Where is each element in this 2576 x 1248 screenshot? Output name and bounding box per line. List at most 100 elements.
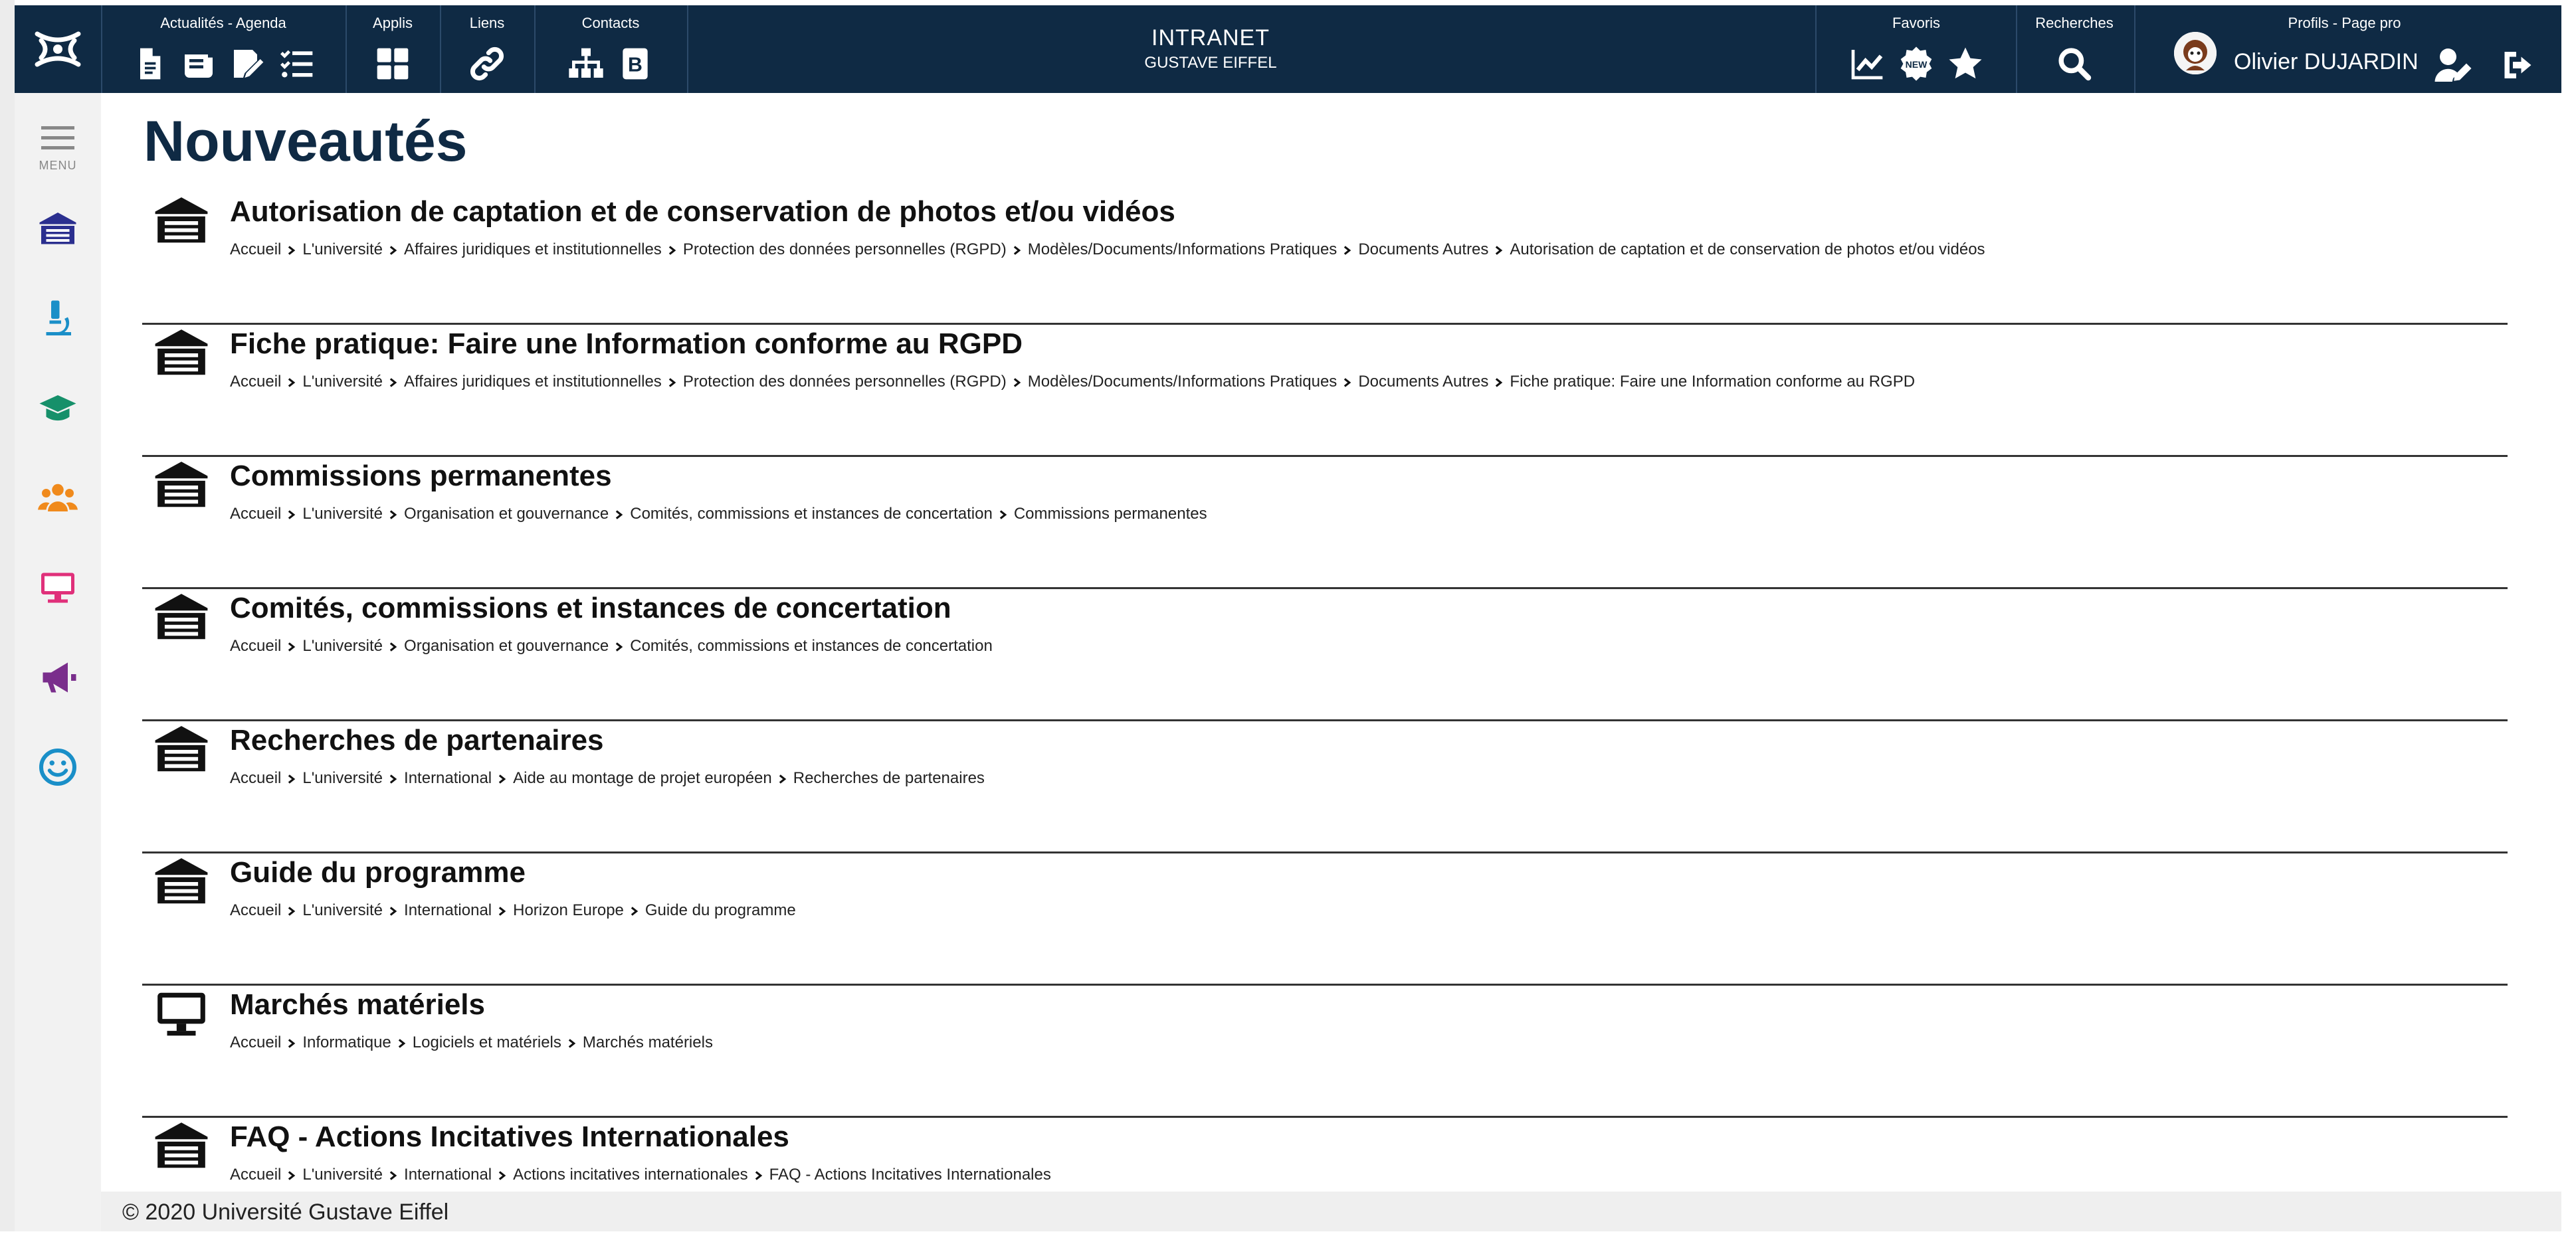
- logout-icon[interactable]: [2500, 45, 2539, 85]
- breadcrumb-link[interactable]: Organisation et gouvernance: [404, 637, 609, 655]
- top-navigation-bar: Actualités - Agenda Applis Liens Contact…: [15, 5, 2561, 93]
- breadcrumb-link[interactable]: Accueil: [230, 637, 281, 655]
- item-title-link[interactable]: Autorisation de captation et de conserva…: [230, 195, 1175, 228]
- breadcrumb-link[interactable]: L'université: [302, 1166, 383, 1184]
- breadcrumb-link[interactable]: Comités, commissions et instances de con…: [630, 505, 993, 523]
- breadcrumb-link[interactable]: L'université: [302, 240, 383, 258]
- list-item: Autorisation de captation et de conserva…: [142, 193, 2508, 325]
- university-icon: [155, 462, 208, 507]
- star-icon[interactable]: [1947, 45, 1984, 82]
- user-edit-icon[interactable]: [2433, 45, 2473, 85]
- breadcrumb-chevron-icon: [568, 1038, 576, 1048]
- breadcrumb-link[interactable]: Logiciels et matériels: [413, 1033, 561, 1051]
- breadcrumb-link[interactable]: L'université: [302, 901, 383, 919]
- breadcrumb: Accueil L'université Organisation et gouve…: [230, 505, 1207, 523]
- menu-button[interactable]: MENU: [15, 120, 101, 173]
- university-icon: [155, 1122, 208, 1168]
- breadcrumb-link[interactable]: International: [404, 901, 492, 919]
- document-icon[interactable]: [131, 45, 168, 82]
- breadcrumb-link[interactable]: Affaires juridiques et institutionnelles: [404, 240, 662, 258]
- avatar[interactable]: [2174, 32, 2217, 74]
- university-icon: [155, 329, 208, 375]
- graduation-cap-icon[interactable]: [38, 389, 78, 428]
- breadcrumb-link[interactable]: L'université: [302, 505, 383, 523]
- breadcrumb-link[interactable]: Accueil: [230, 373, 281, 391]
- breadcrumb-link[interactable]: L'université: [302, 637, 383, 655]
- item-title-link[interactable]: Marchés matériels: [230, 988, 485, 1022]
- item-title-link[interactable]: Commissions permanentes: [230, 460, 612, 493]
- edit-document-icon[interactable]: [229, 45, 266, 82]
- breadcrumb-link[interactable]: Actions incitatives internationales: [513, 1166, 748, 1184]
- breadcrumb-chevron-icon: [616, 509, 623, 519]
- computer-icon: [157, 992, 205, 1036]
- breadcrumb-link[interactable]: Accueil: [230, 901, 281, 919]
- breadcrumb-link[interactable]: FAQ - Actions Incitatives Internationale…: [769, 1166, 1051, 1184]
- breadcrumb-link[interactable]: Accueil: [230, 1033, 281, 1051]
- breadcrumb-chevron-icon: [616, 642, 623, 652]
- people-group-icon[interactable]: [38, 478, 78, 518]
- computer-icon[interactable]: [38, 568, 78, 608]
- microscope-icon[interactable]: [38, 299, 78, 339]
- news-list: Autorisation de captation et de conserva…: [142, 193, 2508, 1248]
- new-badge-icon[interactable]: NEW: [1898, 45, 1935, 82]
- breadcrumb-link[interactable]: Protection des données personnelles (RGP…: [683, 240, 1007, 258]
- favorites-group: Favoris NEW: [1815, 5, 2017, 93]
- breadcrumb-link[interactable]: Informatique: [302, 1033, 391, 1051]
- searches-group: Recherches: [2015, 5, 2135, 93]
- breadcrumb-chevron-icon: [288, 1170, 296, 1180]
- breadcrumb-link[interactable]: Guide du programme: [645, 901, 796, 919]
- breadcrumb-link[interactable]: L'université: [302, 769, 383, 787]
- apps-grid-icon[interactable]: [374, 45, 411, 82]
- newspaper-icon[interactable]: [180, 45, 217, 82]
- breadcrumb-link[interactable]: Documents Autres: [1358, 373, 1488, 391]
- breadcrumb: Accueil Informatique Logiciels et matériel…: [230, 1033, 713, 1052]
- org-chart-icon[interactable]: [567, 45, 605, 82]
- breadcrumb-chevron-icon: [631, 906, 639, 916]
- item-title-link[interactable]: Recherches de partenaires: [230, 724, 604, 757]
- list-item: Commissions permanentes Accueil L'universi…: [142, 457, 2508, 589]
- chart-line-icon[interactable]: [1848, 45, 1886, 82]
- breadcrumb-link[interactable]: International: [404, 1166, 492, 1184]
- item-title-link[interactable]: FAQ - Actions Incitatives Internationale…: [230, 1120, 789, 1154]
- breadcrumb: Accueil L'université Affaires juridiques e…: [230, 373, 1915, 391]
- breadcrumb-link[interactable]: Comités, commissions et instances de con…: [630, 637, 993, 655]
- address-book-icon[interactable]: B: [617, 45, 654, 82]
- breadcrumb-link[interactable]: Organisation et gouvernance: [404, 505, 609, 523]
- item-title-link[interactable]: Guide du programme: [230, 856, 526, 889]
- breadcrumb-link[interactable]: International: [404, 769, 492, 787]
- breadcrumb-chevron-icon: [1013, 245, 1021, 255]
- breadcrumb-link[interactable]: Recherches de partenaires: [793, 769, 985, 787]
- breadcrumb-link[interactable]: Accueil: [230, 1166, 281, 1184]
- group-label: Applis: [373, 15, 413, 31]
- breadcrumb-link[interactable]: Fiche pratique: Faire une Information co…: [1510, 373, 1915, 391]
- breadcrumb-link[interactable]: Commissions permanentes: [1014, 505, 1207, 523]
- breadcrumb-link[interactable]: Documents Autres: [1358, 240, 1488, 258]
- breadcrumb-link[interactable]: Modèles/Documents/Informations Pratiques: [1028, 373, 1338, 391]
- breadcrumb-link[interactable]: Autorisation de captation et de conserva…: [1510, 240, 1985, 258]
- link-icon[interactable]: [468, 45, 506, 82]
- breadcrumb-link[interactable]: Accueil: [230, 240, 281, 258]
- checklist-icon[interactable]: [278, 45, 316, 82]
- megaphone-icon[interactable]: [38, 658, 78, 697]
- breadcrumb-link[interactable]: L'université: [302, 373, 383, 391]
- breadcrumb-link[interactable]: Accueil: [230, 505, 281, 523]
- breadcrumb-chevron-icon: [288, 1038, 296, 1048]
- breadcrumb-link[interactable]: Affaires juridiques et institutionnelles: [404, 373, 662, 391]
- breadcrumb-link[interactable]: Aide au montage de projet européen: [513, 769, 772, 787]
- breadcrumb-chevron-icon: [755, 1170, 762, 1180]
- university-icon[interactable]: [38, 209, 78, 249]
- item-title-link[interactable]: Fiche pratique: Faire une Information co…: [230, 327, 1023, 361]
- main-content: Nouveautés Autorisation de captation et …: [101, 93, 2561, 1189]
- search-icon[interactable]: [2056, 45, 2093, 82]
- item-title-link[interactable]: Comités, commissions et instances de con…: [230, 592, 951, 625]
- user-name[interactable]: Olivier DUJARDIN: [2234, 49, 2419, 75]
- svg-text:B: B: [628, 54, 643, 76]
- breadcrumb-chevron-icon: [999, 509, 1007, 519]
- breadcrumb-link[interactable]: Marchés matériels: [583, 1033, 713, 1051]
- breadcrumb-link[interactable]: Accueil: [230, 769, 281, 787]
- logo[interactable]: [15, 5, 102, 93]
- smile-icon[interactable]: [38, 747, 78, 787]
- breadcrumb-link[interactable]: Horizon Europe: [513, 901, 624, 919]
- breadcrumb-link[interactable]: Protection des données personnelles (RGP…: [683, 373, 1007, 391]
- breadcrumb-link[interactable]: Modèles/Documents/Informations Pratiques: [1028, 240, 1338, 258]
